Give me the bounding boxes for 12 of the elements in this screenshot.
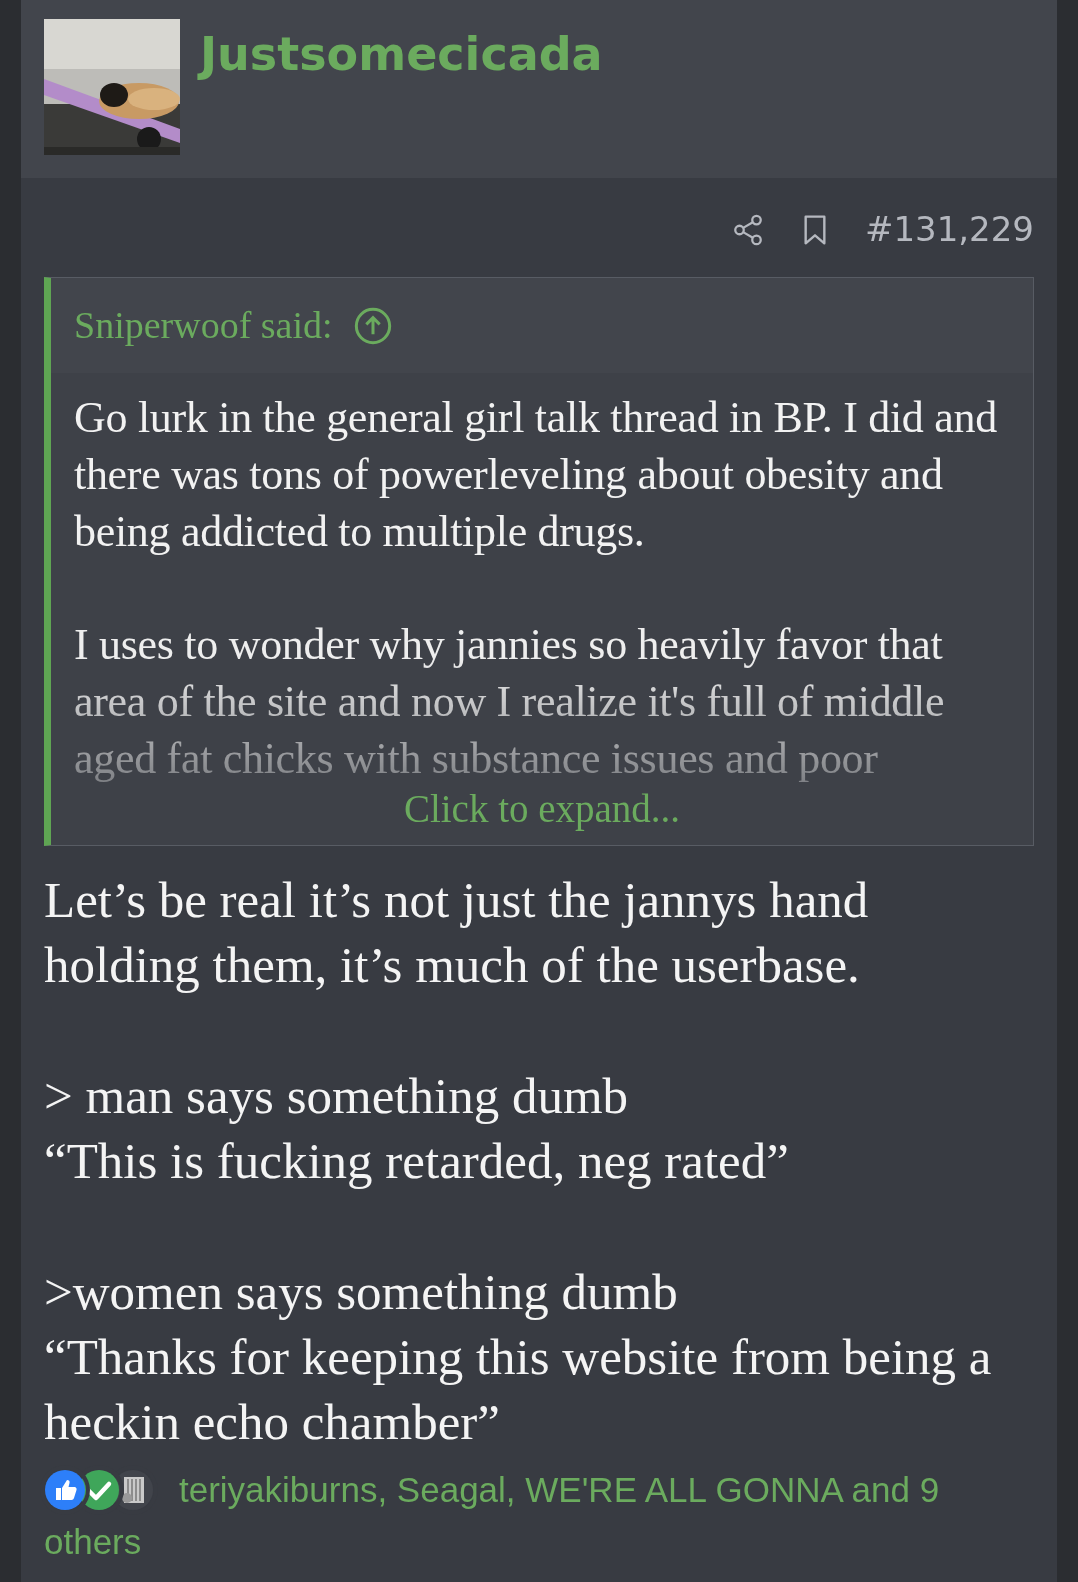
arrow-up-circle-icon[interactable] [352,305,393,346]
post-number[interactable]: #131,229 [864,204,1034,255]
quote-author[interactable]: Sniperwoof said: [74,297,333,354]
reaction-users-link[interactable]: teriyakiburns, Seagal, WE'RE ALL GONNA and 9 others [44,1464,1034,1568]
post-text: “Thanks for keeping this website from being a heckin echo chamber” [44,1328,993,1452]
post-text: “This is fucking retarded, neg rated” [44,1132,790,1191]
quote-text: Go lurk in the general girl talk thread in BP. I did and there was tons of powerleveling about obesity and being addicted to multiple drugs. [74,392,998,558]
quote-text: I uses to wonder why jannies so heavily favor that area of the site and now I realize it's full of middle aged fat chicks with substance issues and poor [74,619,946,785]
post-text: Let’s be real it’s not just the jannys hand holding them, it’s much of the userbase. [44,871,870,995]
click-to-expand-link[interactable]: Click to expand... [403,787,681,831]
post-text: > man says something dumb [44,1067,630,1126]
post-text: >women says something dumb [44,1263,679,1322]
